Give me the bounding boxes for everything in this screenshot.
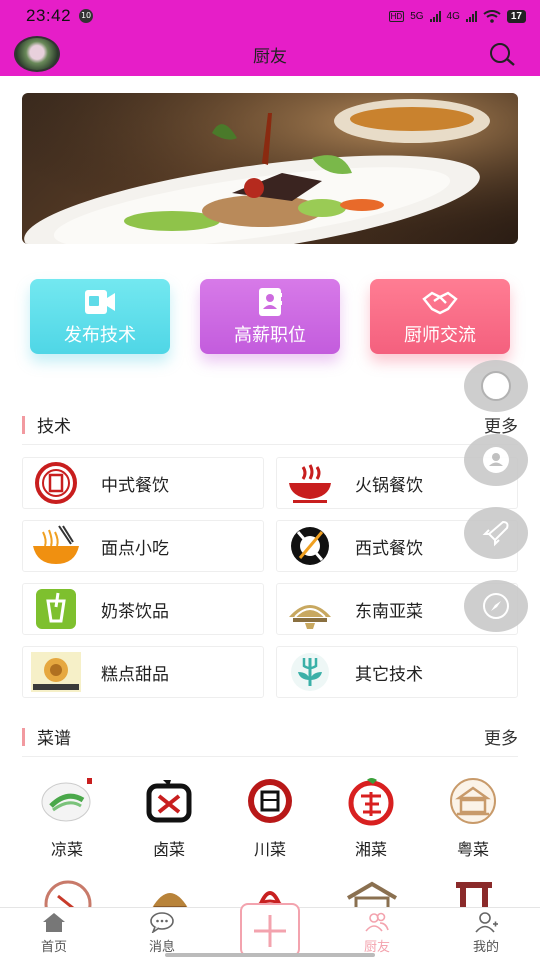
page-title: 厨友 (253, 46, 287, 67)
title-bar: 厨友 (0, 32, 540, 76)
category-label: 中式餐饮 (101, 475, 169, 496)
category-chinese[interactable]: 中式餐饮 (22, 457, 264, 509)
recipe-partial-icon[interactable] (444, 878, 504, 908)
category-dessert[interactable]: 糕点甜品 (22, 646, 264, 698)
avatar[interactable] (14, 36, 60, 72)
recipe-label: 湘菜 (354, 840, 387, 859)
compass-icon (483, 593, 509, 619)
category-other[interactable]: 其它技术 (276, 646, 518, 698)
network-5g-label: 5G (410, 10, 424, 22)
status-icons: HD 5G 4G 17 (388, 9, 526, 23)
publish-tech-label: 发布技术 (64, 324, 136, 346)
floating-rocket-button[interactable] (464, 507, 528, 559)
rocket-icon (482, 520, 509, 547)
user-icon (483, 447, 509, 473)
western-dining-icon (281, 524, 339, 568)
category-label: 火锅餐饮 (355, 475, 423, 496)
high-salary-jobs-label: 高薪职位 (234, 324, 306, 346)
plus-icon (254, 915, 286, 947)
recipe-item-braised[interactable]: 卤菜 (133, 776, 205, 860)
recipe-partial-icon[interactable] (342, 878, 402, 908)
recipe-more-link[interactable]: 更多 (484, 724, 518, 749)
tab-home[interactable]: 首页 (19, 908, 89, 960)
recipe-item-hunan[interactable]: 湘菜 (335, 776, 407, 860)
fork-plant-icon (281, 650, 339, 694)
sichuan-cuisine-icon (242, 776, 298, 826)
tab-label: 首页 (40, 940, 67, 955)
recipe-item-cantonese[interactable]: 粤菜 (437, 776, 509, 860)
contact-book-icon (259, 287, 282, 316)
status-time: 23:42 (26, 6, 72, 25)
recipe-label: 凉菜 (50, 840, 83, 859)
recipe-partial-icon[interactable] (140, 878, 200, 908)
battery-indicator: 17 (506, 9, 526, 23)
category-label: 面点小吃 (101, 538, 169, 559)
chef-exchange-button[interactable]: 厨师交流 (370, 279, 510, 354)
section-accent (22, 727, 25, 746)
recipe-label: 川菜 (253, 840, 286, 859)
message-icon (150, 912, 174, 933)
notification-badge: 10 (79, 9, 94, 23)
southeast-asian-icon (281, 587, 339, 631)
category-label: 奶茶饮品 (101, 601, 169, 622)
category-label: 西式餐饮 (355, 538, 423, 559)
recipe-section-title: 菜谱 (37, 729, 71, 749)
signal-icon (429, 10, 441, 22)
recipe-item-sichuan[interactable]: 川菜 (234, 776, 306, 860)
video-icon (85, 289, 115, 314)
cold-dish-icon (39, 776, 95, 826)
recipe-section-header: 菜谱 更多 (22, 717, 518, 757)
category-label: 其它技术 (355, 664, 423, 685)
network-4g-label: 4G (446, 10, 460, 22)
app-screen: 23:42 10 HD 5G 4G 17 厨友 发布技术 高薪职位 厨师交流 技… (0, 0, 540, 960)
cantonese-cuisine-icon (445, 776, 501, 826)
hunan-cuisine-icon (343, 776, 399, 826)
floating-record-button[interactable] (464, 360, 528, 412)
chinese-food-icon (27, 461, 85, 505)
category-noodles[interactable]: 面点小吃 (22, 520, 264, 572)
category-label: 糕点甜品 (101, 664, 169, 685)
gesture-home-indicator (165, 953, 375, 957)
hotpot-icon (281, 461, 339, 505)
handshake-icon (422, 291, 458, 314)
network-hd-label: HD (388, 10, 405, 22)
chef-exchange-label: 厨师交流 (404, 324, 476, 346)
floating-user-button[interactable] (464, 434, 528, 486)
home-icon (43, 913, 65, 932)
food-plate-illustration (22, 93, 518, 244)
recipe-item-cold-dish[interactable]: 凉菜 (31, 776, 103, 860)
search-icon[interactable] (486, 42, 518, 68)
tech-section-title: 技术 (37, 417, 71, 437)
recipe-partial-icon[interactable] (38, 878, 98, 908)
status-bar: 23:42 10 HD 5G 4G 17 (0, 0, 540, 32)
publish-tech-button[interactable]: 发布技术 (30, 279, 170, 354)
banner-image[interactable] (22, 93, 518, 244)
tech-more-link[interactable]: 更多 (484, 412, 518, 437)
users-icon (365, 912, 389, 932)
floating-compass-button[interactable] (464, 580, 528, 632)
signal-icon-2 (465, 10, 477, 22)
wifi-icon (483, 9, 501, 23)
dessert-icon (27, 650, 85, 694)
tech-section-header: 技术 更多 (22, 405, 518, 445)
section-accent (22, 415, 25, 434)
milk-tea-icon (27, 587, 85, 631)
high-salary-jobs-button[interactable]: 高薪职位 (200, 279, 340, 354)
braised-dish-icon (141, 776, 197, 826)
recipe-label: 卤菜 (152, 840, 185, 859)
tab-label: 我的 (472, 940, 499, 955)
recipe-label: 粤菜 (456, 840, 489, 859)
add-post-button[interactable] (240, 903, 300, 957)
category-milk-tea[interactable]: 奶茶饮品 (22, 583, 264, 635)
category-label: 东南亚菜 (355, 601, 423, 622)
profile-icon (475, 912, 498, 933)
noodle-bowl-icon (27, 524, 85, 568)
circle-icon (481, 371, 511, 401)
tab-profile[interactable]: 我的 (451, 908, 521, 960)
